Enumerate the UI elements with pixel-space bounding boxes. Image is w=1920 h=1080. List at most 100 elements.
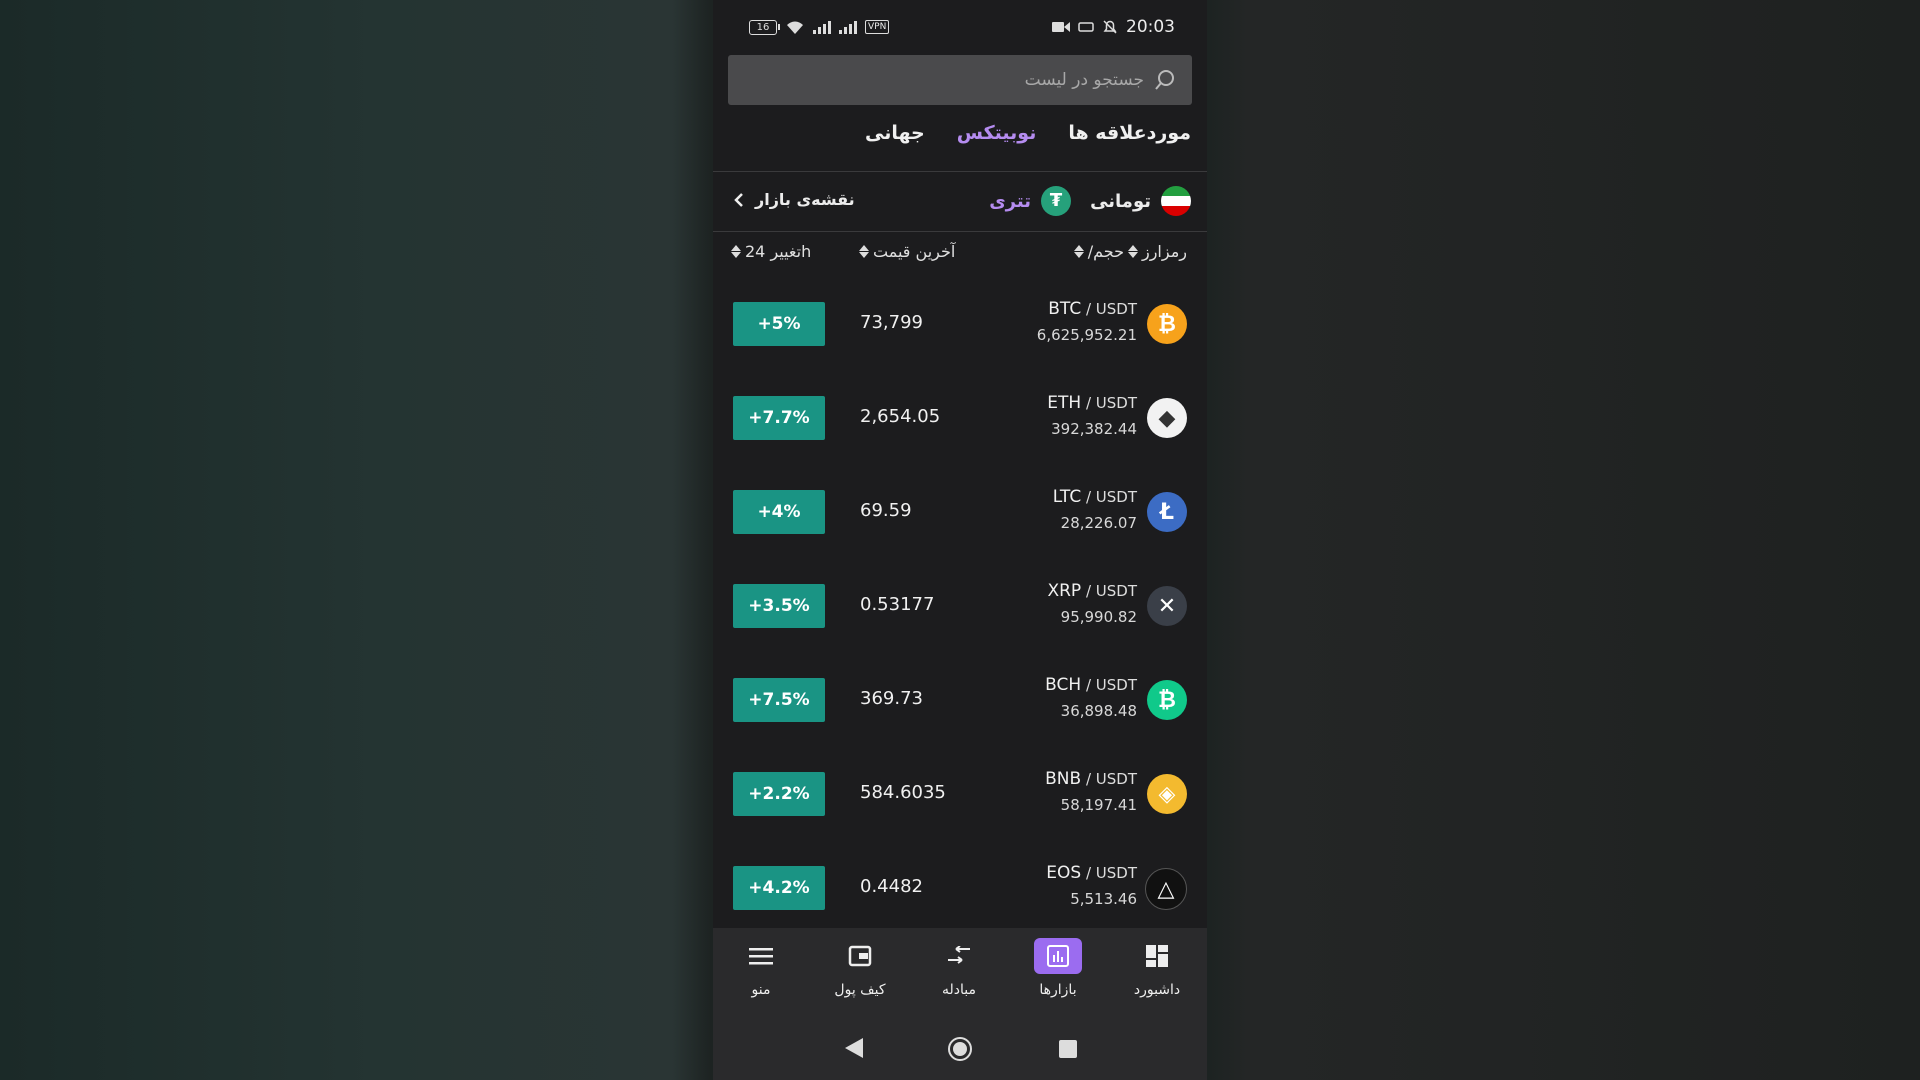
tether-label: تتری <box>989 190 1031 212</box>
header-coin-volume[interactable]: /حجم رمزارز <box>1073 242 1187 261</box>
market-map-label: نقشه‌ی بازار <box>755 190 855 209</box>
markets-icon <box>1047 945 1069 967</box>
base-symbol: BTC <box>1048 299 1082 319</box>
change-badge: +5% <box>733 302 825 346</box>
last-price: 73,799 <box>860 312 923 333</box>
volume: 6,625,952.21 <box>1036 326 1137 344</box>
nav-menu[interactable]: منو <box>721 938 801 998</box>
volume: 36,898.48 <box>1060 702 1137 720</box>
quote-symbol: / USDT <box>1081 394 1137 412</box>
recents-icon[interactable] <box>1058 1039 1078 1059</box>
tab-favorites[interactable]: موردعلاقه ها <box>1068 122 1191 144</box>
divider <box>713 171 1207 172</box>
tether-icon: ₮ <box>1041 186 1071 216</box>
quote-symbol: / USDT <box>1081 300 1137 318</box>
exchange-icon <box>948 946 970 964</box>
card-icon <box>1078 22 1094 32</box>
header-change[interactable]: تغییر 24h <box>731 242 811 261</box>
sort-icon <box>1127 245 1138 258</box>
header-coin-label: رمزارز <box>1141 242 1187 261</box>
video-icon <box>1052 22 1070 32</box>
pair-name: BCH / USDT <box>1045 675 1137 695</box>
ethereum-icon: ◆ <box>1147 398 1187 438</box>
bitcoin-cash-icon: ₿ <box>1147 680 1187 720</box>
change-badge: +4.2% <box>733 866 825 910</box>
volume: 5,513.46 <box>1070 890 1137 908</box>
home-icon[interactable] <box>947 1036 973 1062</box>
search-icon <box>1155 70 1174 90</box>
search-placeholder: جستجو در لیست <box>1024 70 1144 90</box>
header-change-label: تغییر 24h <box>745 242 812 261</box>
change-badge: +4% <box>733 490 825 534</box>
status-bar: 16 VPN 20:03 <box>749 12 1175 42</box>
market-list: +5% 73,799 BTC / USDT 6,625,952.21 ₿ +7.… <box>713 276 1207 934</box>
divider <box>713 231 1207 232</box>
battery-icon: 16 <box>749 19 780 35</box>
chevron-left-icon <box>734 192 743 207</box>
nav-markets[interactable]: بازارها <box>1018 938 1098 998</box>
table-row[interactable]: +7.7% 2,654.05 ETH / USDT 392,382.44 ◆ <box>713 370 1207 464</box>
table-row[interactable]: +7.5% 369.73 BCH / USDT 36,898.48 ₿ <box>713 652 1207 746</box>
search-input[interactable]: جستجو در لیست <box>728 55 1192 105</box>
last-price: 2,654.05 <box>860 406 941 427</box>
last-price: 369.73 <box>860 688 923 709</box>
tab-global[interactable]: جهانی <box>865 122 925 144</box>
quote-symbol: / USDT <box>1081 770 1137 788</box>
nav-dashboard-label: داشبورد <box>1133 982 1181 998</box>
change-badge: +2.2% <box>733 772 825 816</box>
tether-button[interactable]: تتری ₮ <box>989 186 1071 216</box>
quote-symbol: / USDT <box>1081 864 1137 882</box>
last-price: 0.4482 <box>860 876 923 897</box>
nav-dashboard[interactable]: داشبورد <box>1117 938 1197 998</box>
table-row[interactable]: +2.2% 584.6035 BNB / USDT 58,197.41 ◈ <box>713 746 1207 840</box>
change-badge: +3.5% <box>733 584 825 628</box>
header-last-price[interactable]: آخرین قیمت <box>859 242 955 261</box>
table-header: تغییر 24h آخرین قیمت /حجم رمزارز <box>731 238 1187 268</box>
base-symbol: BCH <box>1045 675 1082 695</box>
bottom-nav: منو کیف پول مبادله بازارها داشبورد <box>713 928 1207 1022</box>
table-row[interactable]: +4% 69.59 LTC / USDT 28,226.07 Ł <box>713 464 1207 558</box>
signal-icon <box>813 20 831 34</box>
vpn-badge: VPN <box>865 20 890 34</box>
toman-button[interactable]: تومانی <box>1090 186 1191 216</box>
dashboard-icon <box>1146 945 1168 967</box>
bnb-icon: ◈ <box>1147 774 1187 814</box>
quote-symbol: / USDT <box>1081 582 1137 600</box>
table-row[interactable]: +4.2% 0.4482 EOS / USDT 5,513.46 △ <box>713 840 1207 934</box>
wallet-icon <box>848 945 872 967</box>
quote-selector: تومانی تتری ₮ نقشه‌ی بازار <box>713 182 1207 220</box>
pair-name: EOS / USDT <box>1046 863 1137 883</box>
xrp-icon: ✕ <box>1147 586 1187 626</box>
phone-screen: 16 VPN 20:03 جستجو در لیست موردعلاقه ها … <box>713 0 1207 1080</box>
back-icon[interactable] <box>843 1036 865 1060</box>
volume: 28,226.07 <box>1060 514 1137 532</box>
volume: 392,382.44 <box>1051 420 1137 438</box>
pair-name: LTC / USDT <box>1053 487 1137 507</box>
sort-icon <box>731 245 741 258</box>
last-price: 69.59 <box>860 500 912 521</box>
base-symbol: XRP <box>1047 581 1082 601</box>
sort-icon <box>859 245 869 258</box>
nav-wallet-label: کیف پول <box>834 982 886 998</box>
nav-markets-label: بازارها <box>1039 982 1077 998</box>
pair-name: ETH / USDT <box>1047 393 1137 413</box>
menu-icon <box>749 948 773 965</box>
market-map-link[interactable]: نقشه‌ی بازار <box>733 190 855 209</box>
bell-off-icon <box>1103 20 1117 34</box>
last-price: 584.6035 <box>860 782 946 803</box>
table-row[interactable]: +3.5% 0.53177 XRP / USDT 95,990.82 ✕ <box>713 558 1207 652</box>
tab-nobitex[interactable]: نوبیتکس <box>957 122 1037 144</box>
last-price: 0.53177 <box>860 594 935 615</box>
market-tabs: موردعلاقه ها نوبیتکس جهانی <box>865 122 1191 144</box>
bitcoin-icon: ₿ <box>1147 304 1187 344</box>
quote-symbol: / USDT <box>1081 488 1137 506</box>
iran-flag-icon <box>1161 186 1191 216</box>
sort-icon <box>1073 245 1084 258</box>
volume: 58,197.41 <box>1060 796 1137 814</box>
nav-menu-label: منو <box>751 982 771 998</box>
table-row[interactable]: +5% 73,799 BTC / USDT 6,625,952.21 ₿ <box>713 276 1207 370</box>
pair-name: BNB / USDT <box>1045 769 1137 789</box>
change-badge: +7.5% <box>733 678 825 722</box>
nav-exchange[interactable]: مبادله <box>919 938 999 998</box>
nav-wallet[interactable]: کیف پول <box>820 938 900 998</box>
